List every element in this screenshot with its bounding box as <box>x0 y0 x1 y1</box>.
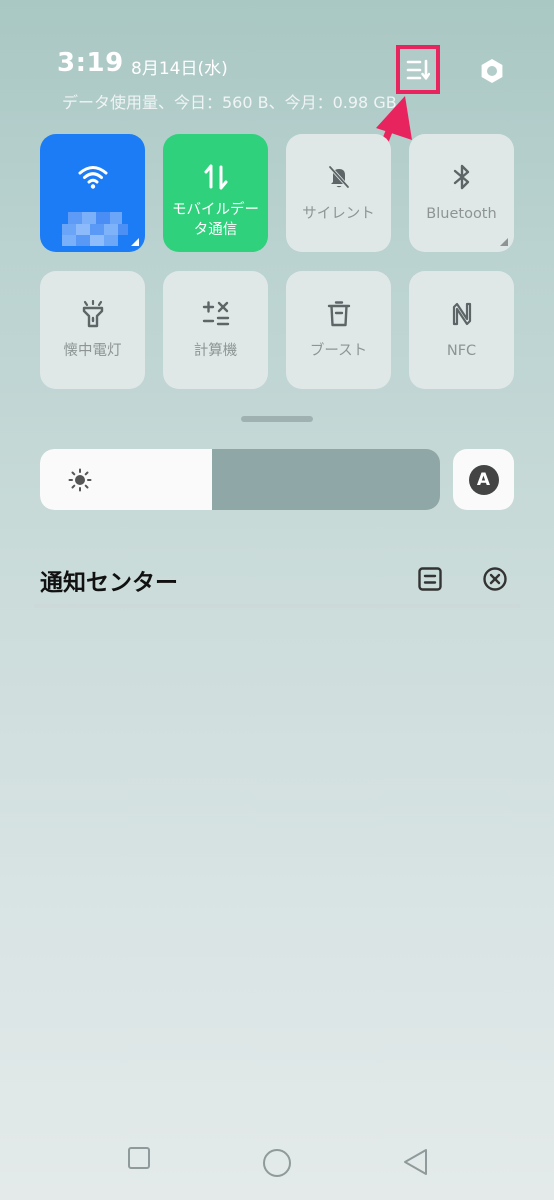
trash-icon <box>327 301 350 327</box>
settings-gear-icon <box>481 59 503 83</box>
sort-list-icon <box>406 59 430 80</box>
tile-flashlight-label: 懐中電灯 <box>63 343 122 359</box>
clock: 3:19 <box>57 48 124 78</box>
tile-boost-label: ブースト <box>309 343 368 359</box>
bluetooth-icon <box>453 164 469 190</box>
notification-divider <box>34 604 520 608</box>
tile-boost[interactable]: ブースト <box>286 271 391 389</box>
notification-center-title: 通知センター <box>40 570 178 596</box>
expand-corner-icon <box>500 238 508 246</box>
recent-apps-icon[interactable] <box>127 1146 151 1170</box>
mobile-data-icon <box>204 164 227 190</box>
tile-nfc-label: NFC <box>446 343 477 359</box>
tile-flashlight[interactable]: 懐中電灯 <box>40 271 145 389</box>
back-icon[interactable] <box>402 1148 430 1176</box>
tile-sort-button[interactable] <box>396 45 440 94</box>
tile-mobile-data[interactable]: モバイルデータ通信 <box>163 134 268 252</box>
auto-brightness-button[interactable]: A <box>453 449 514 510</box>
tile-silent-label: サイレント <box>302 206 375 222</box>
flashlight-icon <box>82 300 103 328</box>
tile-bluetooth-label: Bluetooth <box>426 206 497 222</box>
tile-wifi[interactable] <box>40 134 145 252</box>
tile-nfc[interactable]: NFC <box>409 271 514 389</box>
tile-silent[interactable]: サイレント <box>286 134 391 252</box>
settings-button[interactable] <box>475 54 509 88</box>
date: 8月14日(水) <box>131 59 228 79</box>
tile-calculator[interactable]: 計算機 <box>163 271 268 389</box>
data-usage-text: データ使用量、今日：560 B、今月：0.98 GB <box>62 93 397 112</box>
calculator-icon <box>202 301 229 326</box>
brightness-sun-icon <box>68 468 92 492</box>
auto-brightness-icon: A <box>468 464 499 495</box>
clear-all-icon[interactable] <box>482 566 508 592</box>
tile-bluetooth[interactable]: Bluetooth <box>409 134 514 252</box>
panel-drag-handle[interactable] <box>241 416 313 422</box>
nfc-icon <box>452 302 471 326</box>
pixelated-network-name <box>62 212 128 246</box>
tile-mobile-data-label: モバイルデータ通信 <box>172 202 259 238</box>
tile-calculator-label: 計算機 <box>193 343 238 359</box>
wifi-icon <box>78 166 107 189</box>
notification-manage-icon[interactable] <box>417 566 443 592</box>
brightness-slider[interactable] <box>40 449 440 510</box>
brightness-slider-fill <box>40 449 212 510</box>
expand-corner-icon <box>131 238 139 246</box>
home-icon[interactable] <box>262 1148 292 1178</box>
bell-off-icon <box>328 165 349 189</box>
